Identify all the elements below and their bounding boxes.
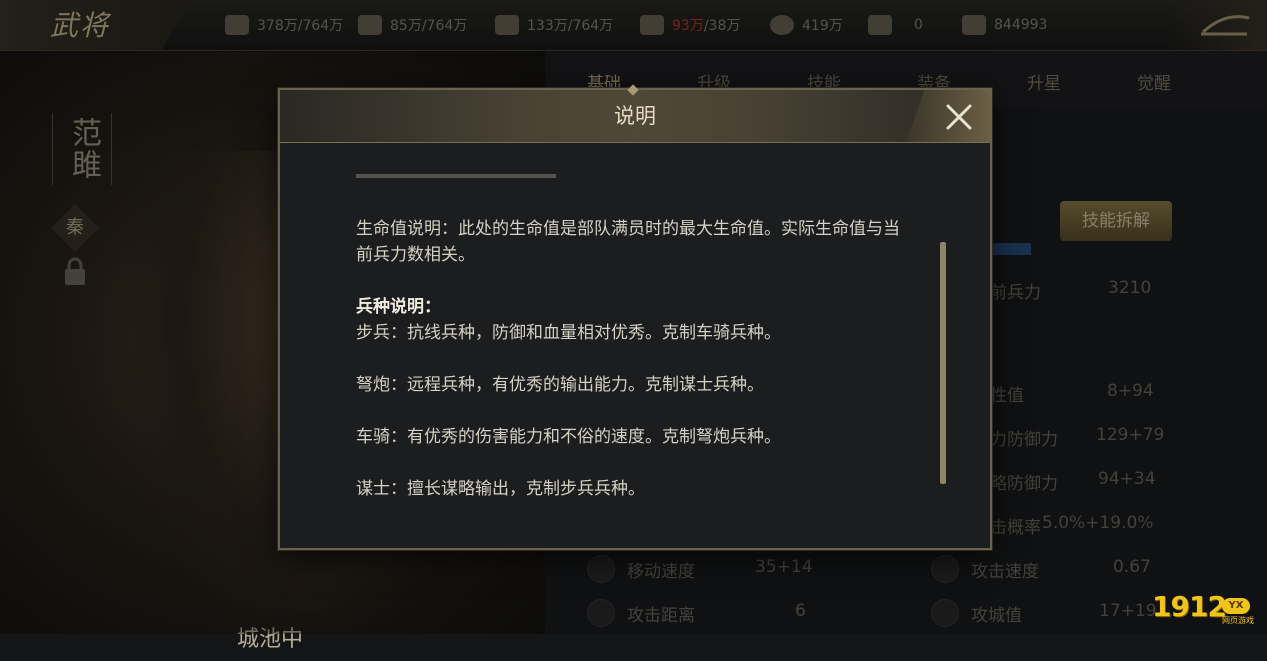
info-dialog: 说明 生命值说明：此处的生命值是部队满员时的最大生命值。实际生命值与当前兵力数相… <box>278 84 992 550</box>
close-icon <box>946 104 972 130</box>
troop-type-heading: 兵种说明： <box>356 297 441 317</box>
chariot-description: 车骑：有优秀的伤害能力和不俗的速度。克制弩炮兵种。 <box>356 427 781 447</box>
dialog-scroll-content[interactable]: 生命值说明：此处的生命值是部队满员时的最大生命值。实际生命值与当前兵力数相关。 … <box>356 174 916 514</box>
strategist-description: 谋士：擅长谋略输出，克制步兵兵种。 <box>356 479 645 499</box>
hp-explanation: 生命值说明：此处的生命值是部队满员时的最大生命值。实际生命值与当前兵力数相关。 <box>356 219 900 265</box>
dialog-scrollbar[interactable] <box>940 242 946 484</box>
crossbow-description: 弩炮：远程兵种，有优秀的输出能力。克制谋士兵种。 <box>356 375 764 395</box>
dialog-header: 说明 <box>280 84 990 143</box>
dialog-title: 说明 <box>614 104 656 128</box>
infantry-description: 步兵：抗线兵种，防御和血量相对优秀。克制车骑兵种。 <box>356 323 781 343</box>
site-watermark: 1912 YX 网页游戏 <box>1152 590 1254 625</box>
